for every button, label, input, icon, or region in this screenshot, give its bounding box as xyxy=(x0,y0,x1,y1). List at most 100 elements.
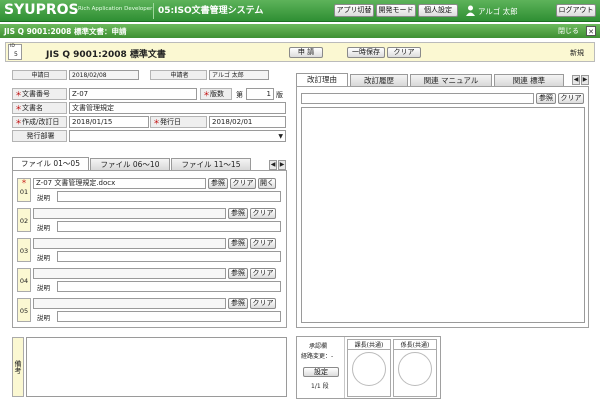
app-logo: SYUPROS xyxy=(4,2,79,18)
dept-select[interactable]: ▼ xyxy=(69,130,286,142)
revision-file-field[interactable] xyxy=(301,93,534,104)
file-row: 02 参照 クリア 説明 xyxy=(13,206,286,236)
approval-stamp-circle xyxy=(398,352,432,386)
doc-no-field[interactable]: Z-07 xyxy=(69,88,197,100)
revision-reason-textarea[interactable] xyxy=(301,107,585,323)
file-clear-button[interactable]: クリア xyxy=(250,268,276,279)
remarks-textarea[interactable] xyxy=(26,337,287,397)
file-row: 04 参照 クリア 説明 xyxy=(13,266,286,296)
close-label: 閉じる xyxy=(558,27,579,35)
version-label: ＊版数 xyxy=(200,88,232,100)
close-button[interactable]: 閉じる xyxy=(558,26,579,36)
dept-label: 発行部署 xyxy=(12,130,67,142)
file-row: ＊ 01 Z-07 文書管理規定.docx 参照 クリア 開く 説明 xyxy=(13,176,286,206)
revision-panel: 参照 クリア xyxy=(296,86,589,328)
file-clear-button[interactable]: クリア xyxy=(230,178,256,189)
id-value: 5 xyxy=(14,51,18,58)
dev-mode-button[interactable]: 開発モード xyxy=(376,4,416,17)
tab-revision-history[interactable]: 改訂履歴 xyxy=(350,74,408,86)
file-browse-button[interactable]: 参照 xyxy=(208,178,228,189)
file-clear-button[interactable]: クリア xyxy=(250,208,276,219)
applicant-label: 申請者 xyxy=(150,70,207,80)
file-desc-label: 説明 xyxy=(37,194,50,202)
route-change-label: 経路変更：- xyxy=(301,353,334,360)
file-row-number-text: 05 xyxy=(19,307,29,315)
file-row-number-text: 04 xyxy=(19,277,29,285)
version-field[interactable]: 1 xyxy=(246,88,274,100)
tab-files-01-05[interactable]: ファイル 01～05 xyxy=(12,157,89,170)
approver-manager-role: 課長(共通) xyxy=(348,340,390,350)
app-switch-button[interactable]: アプリ切替 xyxy=(334,4,374,17)
revision-clear-button[interactable]: クリア xyxy=(558,93,584,104)
approval-panel: 承認欄 経路変更：- 設定 1/1 段 課長(共通) 係長(共通) xyxy=(296,336,441,399)
approver-chief-role: 係長(共通) xyxy=(394,340,436,350)
app-tagline: Rich Application Developer xyxy=(78,6,153,12)
close-icon[interactable]: ✕ xyxy=(586,26,596,36)
form-header: ID 5 JIS Q 9001:2008 標準文書 申 請 一時保存 クリア 新… xyxy=(5,42,595,62)
file-clear-button[interactable]: クリア xyxy=(250,238,276,249)
chevron-down-icon: ▼ xyxy=(278,133,283,140)
created-label: ＊作成/改訂日 xyxy=(12,116,67,128)
apply-date-field: 2018/02/08 xyxy=(69,70,139,80)
approval-setting-button[interactable]: 設定 xyxy=(303,367,339,377)
right-tab-next-icon[interactable]: ▶ xyxy=(581,75,589,85)
id-label: ID xyxy=(10,44,15,49)
doc-name-field[interactable]: 文書管理規定 xyxy=(69,102,286,114)
tab-files-11-15[interactable]: ファイル 11～15 xyxy=(171,158,251,170)
issued-date-field[interactable]: 2018/02/01 xyxy=(209,116,286,128)
personal-settings-button[interactable]: 個人設定 xyxy=(418,4,458,17)
remarks-label: 備考 xyxy=(12,337,24,397)
tab-related-manual[interactable]: 関連 マニュアル xyxy=(410,74,492,86)
issued-label: ＊発行日 xyxy=(150,116,207,128)
tab-next-icon[interactable]: ▶ xyxy=(278,160,286,170)
logout-button[interactable]: ログアウト xyxy=(556,4,596,17)
header-clear-button[interactable]: クリア xyxy=(387,47,421,58)
file-name-field xyxy=(33,298,226,309)
applicant-field: アルゴ 太郎 xyxy=(209,70,269,80)
file-browse-button[interactable]: 参照 xyxy=(228,298,248,309)
tab-revision-reason[interactable]: 改訂理由 xyxy=(296,73,348,86)
file-desc-field[interactable] xyxy=(57,281,281,292)
file-row-number: ＊ 01 xyxy=(17,178,31,202)
temp-save-button[interactable]: 一時保存 xyxy=(347,47,385,58)
file-name-field xyxy=(33,238,226,249)
file-panel: ＊ 01 Z-07 文書管理規定.docx 参照 クリア 開く 説明 02 参照 クリア 説明 03 参… xyxy=(12,170,287,328)
file-open-button[interactable]: 開く xyxy=(258,178,276,189)
file-desc-field[interactable] xyxy=(57,251,281,262)
file-browse-button[interactable]: 参照 xyxy=(228,268,248,279)
file-desc-label: 説明 xyxy=(37,254,50,262)
file-clear-button[interactable]: クリア xyxy=(250,298,276,309)
approval-column-label: 承認欄 xyxy=(309,343,328,350)
created-date-field[interactable]: 2018/01/15 xyxy=(69,116,149,128)
right-tab-prev-icon[interactable]: ◀ xyxy=(572,75,580,85)
file-browse-button[interactable]: 参照 xyxy=(228,238,248,249)
app-divider xyxy=(153,3,154,19)
file-row-number-text: 01 xyxy=(19,188,29,196)
file-row: 05 参照 クリア 説明 xyxy=(13,296,286,326)
file-row-number: 05 xyxy=(17,298,31,322)
file-row-number-text: 03 xyxy=(19,247,29,255)
dialog-titlebar: JIS Q 9001:2008 標準文書：申請 閉じる ✕ xyxy=(0,24,600,38)
file-browse-button[interactable]: 参照 xyxy=(228,208,248,219)
file-desc-field[interactable] xyxy=(57,221,281,232)
tab-prev-icon[interactable]: ◀ xyxy=(269,160,277,170)
file-desc-field[interactable] xyxy=(57,311,281,322)
file-row-number: 03 xyxy=(17,238,31,262)
tab-related-standard[interactable]: 関連 標準 xyxy=(494,74,564,86)
revision-browse-button[interactable]: 参照 xyxy=(536,93,556,104)
approval-step: 1/1 段 xyxy=(311,383,329,390)
approver-manager: 課長(共通) xyxy=(347,339,391,397)
file-row-number: 04 xyxy=(17,268,31,292)
doc-name-label: ＊文書名 xyxy=(12,102,67,114)
file-desc-field[interactable] xyxy=(57,191,281,202)
system-name: 05:ISO文書管理システム xyxy=(158,6,264,16)
version-suffix: 版 xyxy=(276,91,283,99)
file-row-number: 02 xyxy=(17,208,31,232)
apply-button[interactable]: 申 請 xyxy=(289,47,323,58)
approval-divider xyxy=(344,337,345,398)
doc-no-label: ＊文書番号 xyxy=(12,88,67,100)
user-name: アルゴ 太郎 xyxy=(478,7,518,16)
tab-files-06-10[interactable]: ファイル 06～10 xyxy=(90,158,170,170)
id-box: ID 5 xyxy=(8,44,22,60)
file-row-number-text: 02 xyxy=(19,217,29,225)
